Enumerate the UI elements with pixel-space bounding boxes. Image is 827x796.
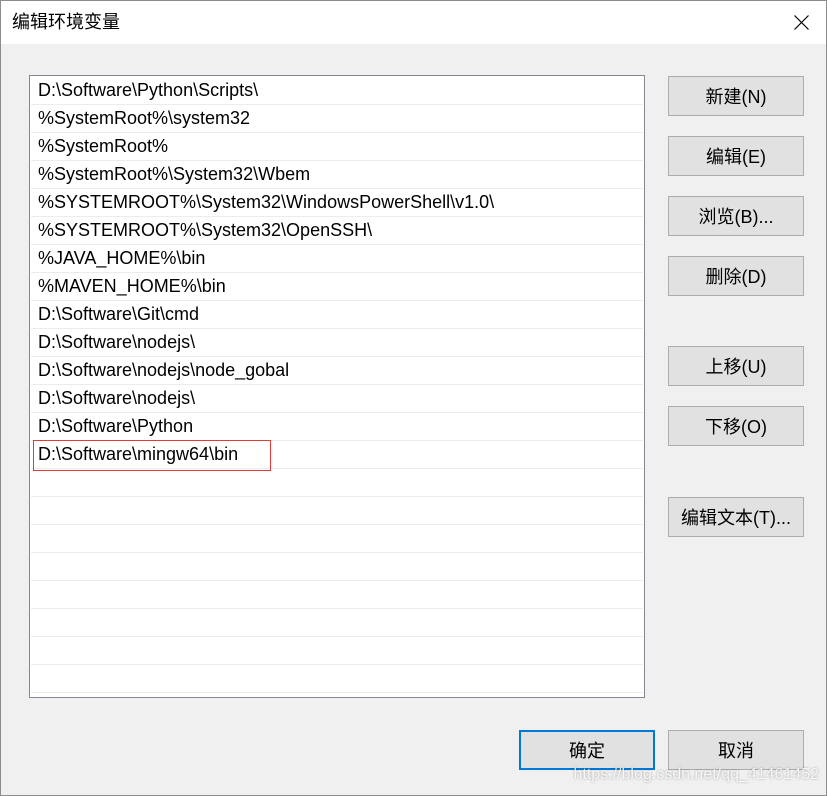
path-list-item[interactable]: D:\Software\nodejs\node_gobal [31, 357, 643, 385]
ok-button[interactable]: 确定 [519, 730, 655, 770]
path-list-empty-row [31, 581, 643, 609]
browse-button[interactable]: 浏览(B)... [668, 196, 804, 236]
path-list-item[interactable]: D:\Software\Python\Scripts\ [31, 77, 643, 105]
path-list[interactable]: D:\Software\Python\Scripts\ %SystemRoot%… [29, 75, 645, 698]
path-list-item[interactable]: D:\Software\Python [31, 413, 643, 441]
path-list-empty-row [31, 637, 643, 665]
delete-button[interactable]: 删除(D) [668, 256, 804, 296]
path-list-item[interactable]: %SystemRoot% [31, 133, 643, 161]
edit-button[interactable]: 编辑(E) [668, 136, 804, 176]
new-button[interactable]: 新建(N) [668, 76, 804, 116]
path-list-item[interactable]: %MAVEN_HOME%\bin [31, 273, 643, 301]
path-list-item[interactable]: D:\Software\mingw64\bin [31, 441, 643, 469]
path-list-empty-row [31, 469, 643, 497]
path-list-item[interactable]: D:\Software\nodejs\ [31, 329, 643, 357]
path-list-empty-row [31, 497, 643, 525]
path-list-item[interactable]: %SystemRoot%\System32\Wbem [31, 161, 643, 189]
move-up-button[interactable]: 上移(U) [668, 346, 804, 386]
move-down-button[interactable]: 下移(O) [668, 406, 804, 446]
path-list-empty-row [31, 665, 643, 693]
cancel-button[interactable]: 取消 [668, 730, 804, 770]
close-icon [793, 14, 809, 30]
close-button[interactable] [778, 4, 824, 40]
path-list-item[interactable]: %JAVA_HOME%\bin [31, 245, 643, 273]
path-list-empty-row [31, 525, 643, 553]
path-list-empty-row [31, 609, 643, 637]
title-bar: 编辑环境变量 [0, 0, 827, 44]
path-list-item[interactable]: %SystemRoot%\system32 [31, 105, 643, 133]
path-list-item[interactable]: %SYSTEMROOT%\System32\WindowsPowerShell\… [31, 189, 643, 217]
edit-text-button[interactable]: 编辑文本(T)... [668, 497, 804, 537]
path-list-item[interactable]: D:\Software\nodejs\ [31, 385, 643, 413]
edit-environment-variable-dialog: 编辑环境变量 D:\Software\Python\Scripts\ %Syst… [0, 0, 827, 796]
path-list-empty-row [31, 553, 643, 581]
path-list-item[interactable]: D:\Software\Git\cmd [31, 301, 643, 329]
path-list-item[interactable]: %SYSTEMROOT%\System32\OpenSSH\ [31, 217, 643, 245]
dialog-body: D:\Software\Python\Scripts\ %SystemRoot%… [0, 44, 827, 796]
dialog-title: 编辑环境变量 [12, 12, 120, 32]
